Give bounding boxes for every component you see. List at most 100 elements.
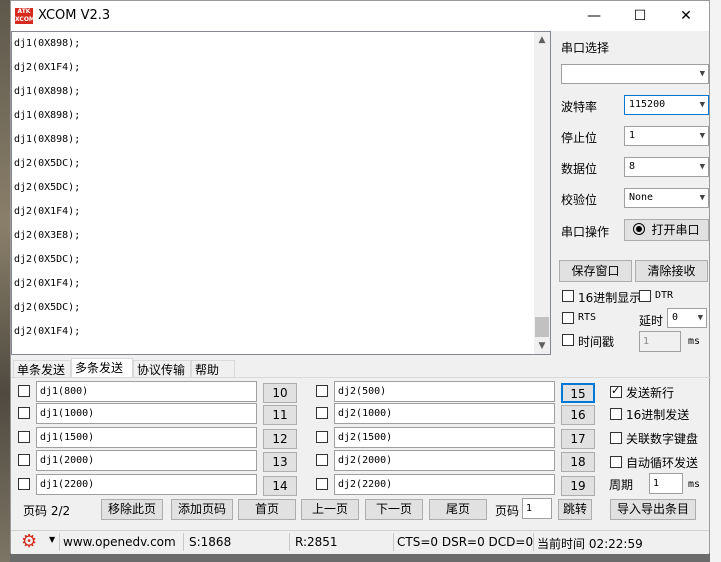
modem-signals: CTS=0 DSR=0 DCD=0 bbox=[397, 535, 534, 549]
receive-line: dj2(0X5DC); bbox=[14, 182, 81, 193]
right-send-checkbox[interactable] bbox=[316, 407, 328, 419]
left-send-input[interactable]: dj1(1000) bbox=[36, 403, 257, 424]
timestamp-checkbox[interactable] bbox=[562, 334, 574, 346]
port-select[interactable]: ▼ bbox=[561, 64, 709, 84]
right-send-checkbox[interactable] bbox=[316, 385, 328, 397]
right-send-button[interactable]: 18 bbox=[561, 452, 595, 472]
receive-scrollbar[interactable]: ▲ ▼ bbox=[534, 32, 550, 354]
send-newline-checkbox[interactable] bbox=[610, 384, 622, 398]
left-send-checkbox[interactable] bbox=[18, 385, 30, 397]
rts-label: RTS bbox=[578, 312, 597, 323]
stop-bits-select[interactable]: 1 ▼ bbox=[624, 126, 709, 146]
right-send-button[interactable]: 15 bbox=[561, 383, 595, 403]
receive-line: dj1(0X898); bbox=[14, 38, 81, 49]
first-page-button[interactable]: 首页 bbox=[238, 499, 296, 520]
port-operation-label: 串口操作 bbox=[561, 225, 610, 239]
dtr-checkbox[interactable] bbox=[639, 290, 651, 302]
title-bar: ATK XCOM XCOM V2.3 — ☐ ✕ bbox=[11, 1, 709, 31]
delay-select[interactable]: 0 ▼ bbox=[667, 308, 707, 328]
close-button[interactable]: ✕ bbox=[663, 1, 709, 31]
app-logo-icon: ATK XCOM bbox=[15, 8, 35, 24]
hex-display-checkbox[interactable] bbox=[562, 290, 574, 302]
sent-count: S:1868 bbox=[189, 535, 232, 549]
scroll-thumb[interactable] bbox=[535, 317, 549, 337]
open-port-button[interactable]: 打开串口 bbox=[624, 219, 709, 241]
right-send-input[interactable]: dj2(1000) bbox=[334, 403, 555, 424]
left-send-checkbox[interactable] bbox=[18, 478, 30, 490]
tab-multi-send[interactable]: 多条发送 bbox=[71, 358, 133, 378]
prev-page-button[interactable]: 上一页 bbox=[301, 499, 359, 520]
left-send-input[interactable]: dj1(1500) bbox=[36, 427, 257, 448]
period-label: 周期 bbox=[609, 478, 634, 492]
gear-icon[interactable]: ⚙ bbox=[21, 531, 37, 552]
minimize-button[interactable]: — bbox=[571, 1, 617, 31]
left-send-input[interactable]: dj1(800) bbox=[36, 381, 257, 402]
left-send-button[interactable]: 14 bbox=[263, 476, 297, 496]
jump-button[interactable]: 跳转 bbox=[558, 499, 592, 520]
tab-protocol[interactable]: 协议传输 bbox=[133, 360, 191, 378]
maximize-button[interactable]: ☐ bbox=[617, 1, 663, 31]
left-send-button[interactable]: 10 bbox=[263, 383, 297, 403]
auto-loop-label: 自动循环发送 bbox=[626, 456, 699, 470]
data-bits-select[interactable]: 8 ▼ bbox=[624, 157, 709, 177]
scroll-up-icon[interactable]: ▲ bbox=[534, 32, 550, 48]
tab-single-send[interactable]: 单条发送 bbox=[13, 360, 71, 378]
receive-line: dj1(0X898); bbox=[14, 110, 81, 121]
link-keypad-label: 关联数字键盘 bbox=[626, 432, 699, 446]
link-keypad-checkbox[interactable] bbox=[610, 432, 622, 444]
timestamp-unit: ms bbox=[688, 336, 701, 347]
hex-display-label: 16进制显示 bbox=[578, 291, 642, 305]
last-page-button[interactable]: 尾页 bbox=[429, 499, 487, 520]
next-page-button[interactable]: 下一页 bbox=[365, 499, 423, 520]
receive-area[interactable]: dj1(0X898); dj2(0X1F4); dj1(0X898); dj1(0X8… bbox=[11, 31, 551, 355]
right-send-button[interactable]: 16 bbox=[561, 405, 595, 425]
right-send-input[interactable]: dj2(2200) bbox=[334, 474, 555, 495]
left-send-checkbox[interactable] bbox=[18, 454, 30, 466]
send-newline-label: 发送新行 bbox=[626, 386, 675, 400]
baud-select[interactable]: 115200 ▼ bbox=[624, 95, 709, 115]
clear-receive-button[interactable]: 清除接收 bbox=[635, 260, 708, 282]
rts-checkbox[interactable] bbox=[562, 312, 574, 324]
timestamp-input[interactable]: 1 bbox=[639, 331, 681, 352]
scroll-down-icon[interactable]: ▼ bbox=[534, 338, 550, 354]
radio-icon bbox=[633, 223, 646, 235]
left-send-button[interactable]: 11 bbox=[263, 405, 297, 425]
received-count: R:2851 bbox=[295, 535, 338, 549]
chevron-down-icon: ▼ bbox=[699, 131, 705, 141]
save-window-button[interactable]: 保存窗口 bbox=[559, 260, 632, 282]
left-send-checkbox[interactable] bbox=[18, 431, 30, 443]
left-send-button[interactable]: 13 bbox=[263, 452, 297, 472]
right-send-checkbox[interactable] bbox=[316, 431, 328, 443]
tab-help[interactable]: 帮助 bbox=[191, 360, 235, 378]
left-send-button[interactable]: 12 bbox=[263, 429, 297, 449]
current-time: 当前时间 02:22:59 bbox=[537, 537, 643, 551]
chevron-down-icon: ▼ bbox=[699, 100, 705, 110]
parity-select[interactable]: None ▼ bbox=[624, 188, 709, 208]
receive-line: dj2(0X5DC); bbox=[14, 254, 81, 265]
hex-send-label: 16进制发送 bbox=[626, 408, 690, 422]
right-send-input[interactable]: dj2(1500) bbox=[334, 427, 555, 448]
status-bar: ⚙ ▼ www.openedv.com S:1868 R:2851 CTS=0 … bbox=[11, 530, 709, 554]
goto-page-input[interactable]: 1 bbox=[522, 498, 552, 519]
period-input[interactable]: 1 bbox=[649, 473, 683, 494]
left-send-input[interactable]: dj1(2200) bbox=[36, 474, 257, 495]
chevron-down-icon[interactable]: ▼ bbox=[49, 535, 55, 544]
remove-page-button[interactable]: 移除此页 bbox=[101, 499, 163, 520]
hex-send-checkbox[interactable] bbox=[610, 408, 622, 420]
receive-line: dj2(0X1F4); bbox=[14, 206, 81, 217]
auto-loop-checkbox[interactable] bbox=[610, 456, 622, 468]
import-export-button[interactable]: 导入导出条目 bbox=[610, 499, 696, 520]
right-send-input[interactable]: dj2(500) bbox=[334, 381, 555, 402]
right-send-button[interactable]: 19 bbox=[561, 476, 595, 496]
right-send-checkbox[interactable] bbox=[316, 478, 328, 490]
left-send-checkbox[interactable] bbox=[18, 407, 30, 419]
right-send-checkbox[interactable] bbox=[316, 454, 328, 466]
right-send-button[interactable]: 17 bbox=[561, 429, 595, 449]
right-send-input[interactable]: dj2(2000) bbox=[334, 450, 555, 471]
receive-lines: dj1(0X898); dj2(0X1F4); dj1(0X898); dj1(0X8… bbox=[12, 32, 550, 344]
website-link[interactable]: www.openedv.com bbox=[63, 535, 176, 549]
receive-line: dj2(0X5DC); bbox=[14, 302, 81, 313]
add-page-button[interactable]: 添加页码 bbox=[171, 499, 233, 520]
left-send-input[interactable]: dj1(2000) bbox=[36, 450, 257, 471]
background-window-left bbox=[0, 0, 10, 562]
